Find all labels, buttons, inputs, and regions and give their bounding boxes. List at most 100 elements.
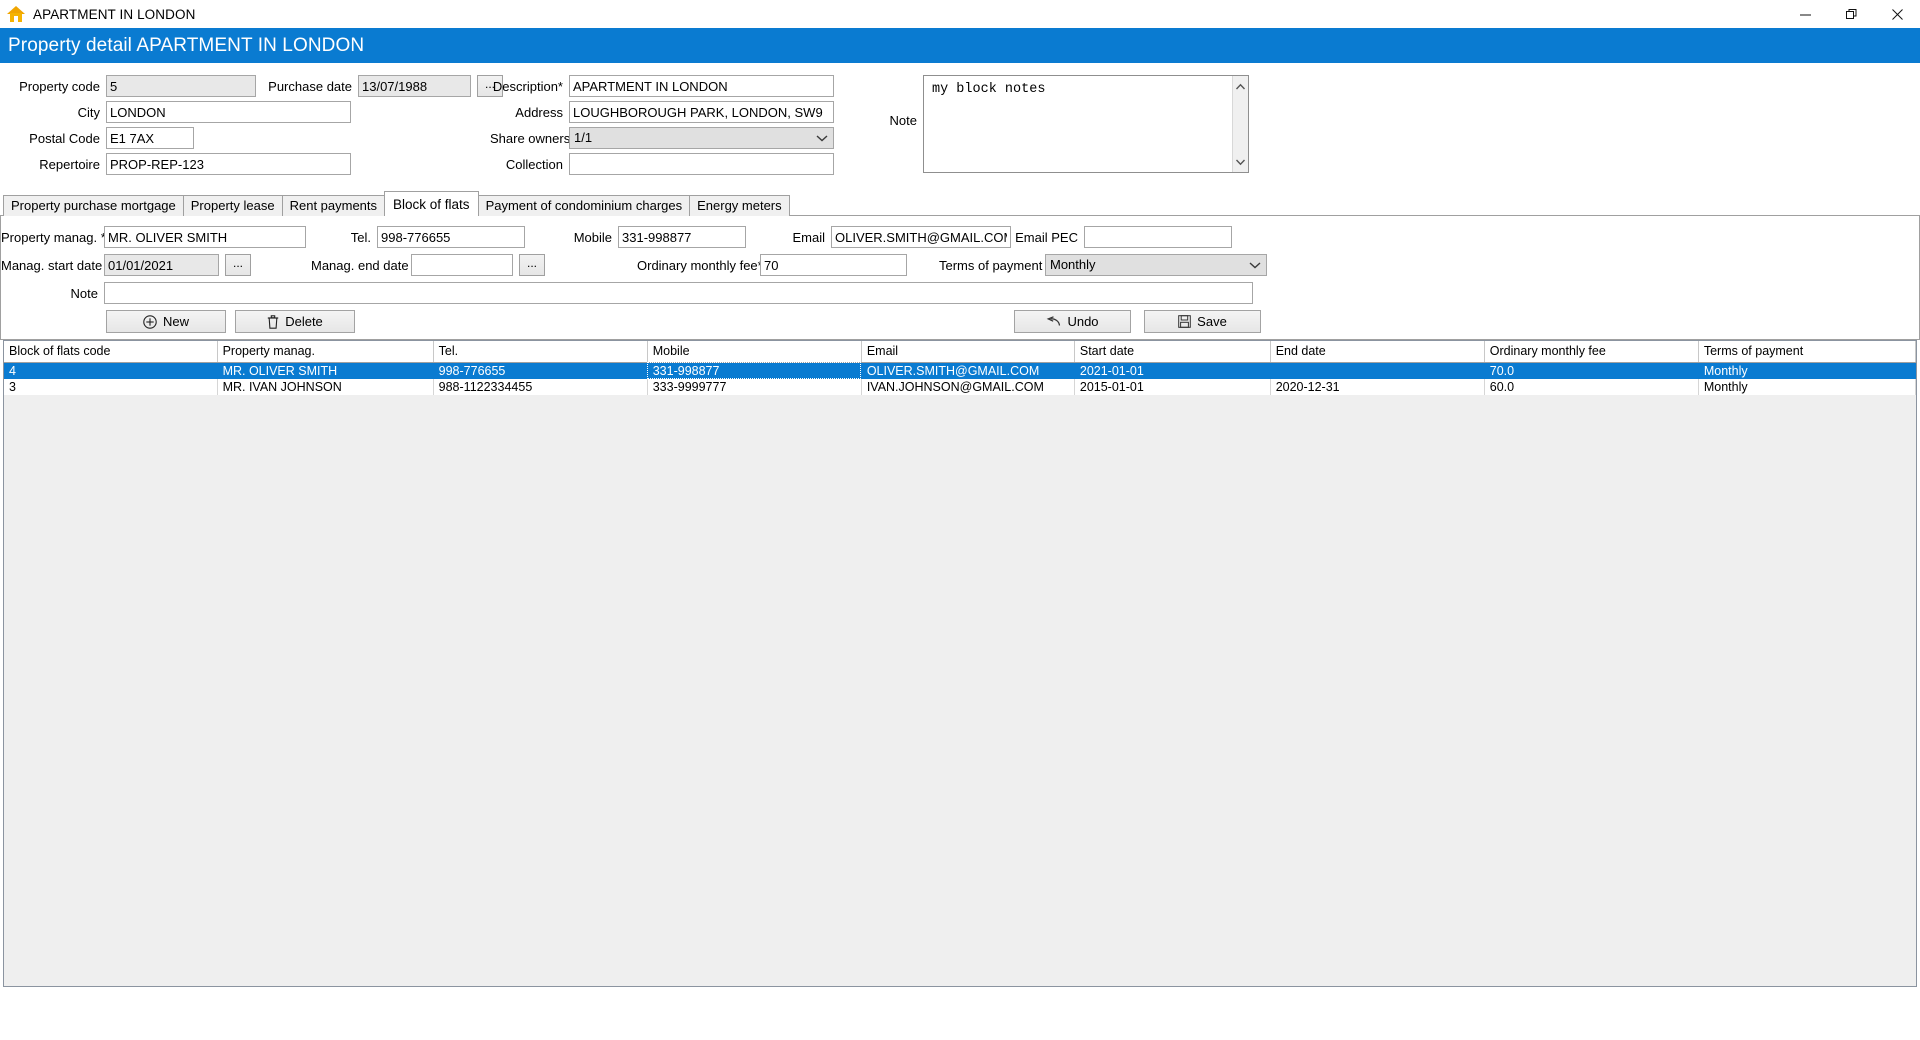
tab-property-purchase-mortgage[interactable]: Property purchase mortgage	[3, 195, 184, 216]
manag-end-date-row: Manag. end date ...	[311, 254, 545, 276]
grid-col-ordinary-monthly-fee[interactable]: Ordinary monthly fee	[1484, 341, 1698, 362]
ordinary-monthly-fee-input[interactable]	[760, 254, 907, 276]
delete-button[interactable]: Delete	[235, 310, 355, 333]
mobile-row: Mobile	[566, 226, 746, 248]
mobile-input[interactable]	[618, 226, 746, 248]
repertoire-label: Repertoire	[0, 157, 106, 172]
address-input[interactable]	[569, 101, 834, 123]
postal-code-row: Postal Code	[0, 127, 194, 149]
tab-rent-payments[interactable]: Rent payments	[282, 195, 385, 216]
block-undo-button[interactable]: Undo	[1014, 310, 1131, 333]
block-of-flats-grid[interactable]: Block of flats code Property manag. Tel.…	[3, 340, 1917, 987]
cell-email[interactable]: OLIVER.SMITH@GMAIL.COM	[861, 362, 1074, 379]
manag-start-date-input[interactable]	[104, 254, 219, 276]
table-row[interactable]: 4 MR. OLIVER SMITH 998-776655 331-998877…	[4, 362, 1916, 379]
grid-col-terms-of-payment[interactable]: Terms of payment	[1698, 341, 1915, 362]
tab-block-of-flats[interactable]: Block of flats	[384, 191, 479, 216]
scroll-up-icon[interactable]	[1235, 79, 1246, 94]
share-ownership-value: 1/1	[569, 127, 834, 149]
cell-block-of-flats-code[interactable]: 4	[4, 362, 217, 379]
property-detail-form: Property code Purchase date ... Descript…	[0, 63, 1920, 190]
tab-strip: Property purchase mortgage Property leas…	[0, 194, 1920, 216]
scroll-down-icon[interactable]	[1235, 154, 1246, 169]
purchase-date-row: Purchase date ...	[250, 75, 503, 97]
tab-payment-of-condominium-charges[interactable]: Payment of condominium charges	[478, 195, 691, 216]
postal-code-input[interactable]	[106, 127, 194, 149]
save-icon	[1178, 315, 1191, 328]
property-manag-input[interactable]	[104, 226, 306, 248]
cell-mobile[interactable]: 333-9999777	[647, 379, 861, 395]
new-button[interactable]: New	[106, 310, 226, 333]
description-input[interactable]	[569, 75, 834, 97]
grid-col-start-date[interactable]: Start date	[1074, 341, 1270, 362]
address-label: Address	[490, 105, 569, 120]
cell-end-date[interactable]	[1270, 362, 1484, 379]
grid-col-mobile[interactable]: Mobile	[647, 341, 861, 362]
ordinary-monthly-fee-row: Ordinary monthly fee*	[637, 254, 907, 276]
terms-of-payment-label: Terms of payment	[939, 258, 1045, 273]
minimize-button[interactable]	[1782, 0, 1828, 28]
cell-property-manag[interactable]: MR. IVAN JOHNSON	[217, 379, 433, 395]
cell-property-manag[interactable]: MR. OLIVER SMITH	[217, 362, 433, 379]
cell-email[interactable]: IVAN.JOHNSON@GMAIL.COM	[861, 379, 1074, 395]
cell-terms-of-payment[interactable]: Monthly	[1698, 379, 1915, 395]
postal-code-label: Postal Code	[0, 131, 106, 146]
manag-start-date-picker-button[interactable]: ...	[225, 254, 251, 276]
page-title: Property detail APARTMENT IN LONDON	[8, 35, 364, 57]
cell-start-date[interactable]: 2015-01-01	[1074, 379, 1270, 395]
manag-end-date-input[interactable]	[411, 254, 513, 276]
property-note-scrollbar[interactable]	[1232, 76, 1248, 172]
close-button[interactable]	[1874, 0, 1920, 28]
email-pec-input[interactable]	[1084, 226, 1232, 248]
grid-col-property-manag[interactable]: Property manag.	[217, 341, 433, 362]
tab-property-lease[interactable]: Property lease	[183, 195, 283, 216]
ordinary-monthly-fee-label: Ordinary monthly fee*	[637, 258, 760, 273]
collection-input[interactable]	[569, 153, 834, 175]
trash-icon	[267, 315, 279, 329]
window-controls	[1782, 0, 1920, 28]
cell-ordinary-monthly-fee[interactable]: 70.0	[1484, 362, 1698, 379]
block-save-button[interactable]: Save	[1144, 310, 1261, 333]
terms-of-payment-row: Terms of payment Monthly	[939, 254, 1267, 276]
property-note-textarea[interactable]: my block notes	[923, 75, 1249, 173]
property-code-row: Property code	[0, 75, 256, 97]
manag-end-date-picker-button[interactable]: ...	[519, 254, 545, 276]
terms-of-payment-value: Monthly	[1045, 254, 1267, 276]
cell-block-of-flats-code[interactable]: 3	[4, 379, 217, 395]
grid-col-email[interactable]: Email	[861, 341, 1074, 362]
undo-icon	[1046, 316, 1061, 327]
cell-tel[interactable]: 998-776655	[433, 362, 647, 379]
cell-tel[interactable]: 988-1122334455	[433, 379, 647, 395]
tel-input[interactable]	[377, 226, 525, 248]
table-row[interactable]: 3 MR. IVAN JOHNSON 988-1122334455 333-99…	[4, 379, 1916, 395]
grid-col-end-date[interactable]: End date	[1270, 341, 1484, 362]
block-save-label: Save	[1197, 314, 1227, 329]
email-pec-row: Email PEC	[1011, 226, 1232, 248]
grid-col-tel[interactable]: Tel.	[433, 341, 647, 362]
plus-circle-icon	[143, 315, 157, 329]
maximize-restore-button[interactable]	[1828, 0, 1874, 28]
grid-header-row: Block of flats code Property manag. Tel.…	[4, 341, 1916, 362]
grid-col-block-of-flats-code[interactable]: Block of flats code	[4, 341, 217, 362]
cell-start-date[interactable]: 2021-01-01	[1074, 362, 1270, 379]
city-input[interactable]	[106, 101, 351, 123]
mobile-label: Mobile	[566, 230, 618, 245]
purchase-date-input[interactable]	[358, 75, 471, 97]
property-note-text: my block notes	[924, 76, 1248, 103]
property-code-input[interactable]	[106, 75, 256, 97]
email-input[interactable]	[831, 226, 1011, 248]
terms-of-payment-select[interactable]: Monthly	[1045, 254, 1267, 276]
manag-start-date-label: Manag. start date	[1, 258, 104, 273]
share-ownership-select[interactable]: 1/1	[569, 127, 834, 149]
repertoire-input[interactable]	[106, 153, 351, 175]
address-row: Address	[490, 101, 834, 123]
cell-end-date[interactable]: 2020-12-31	[1270, 379, 1484, 395]
cell-terms-of-payment[interactable]: Monthly	[1698, 362, 1915, 379]
cell-ordinary-monthly-fee[interactable]: 60.0	[1484, 379, 1698, 395]
tel-label: Tel.	[337, 230, 377, 245]
email-row: Email	[787, 226, 1011, 248]
block-note-input[interactable]	[104, 282, 1253, 304]
property-manag-label: Property manag. *	[1, 230, 104, 245]
tab-energy-meters[interactable]: Energy meters	[689, 195, 790, 216]
cell-mobile[interactable]: 331-998877	[647, 362, 861, 379]
